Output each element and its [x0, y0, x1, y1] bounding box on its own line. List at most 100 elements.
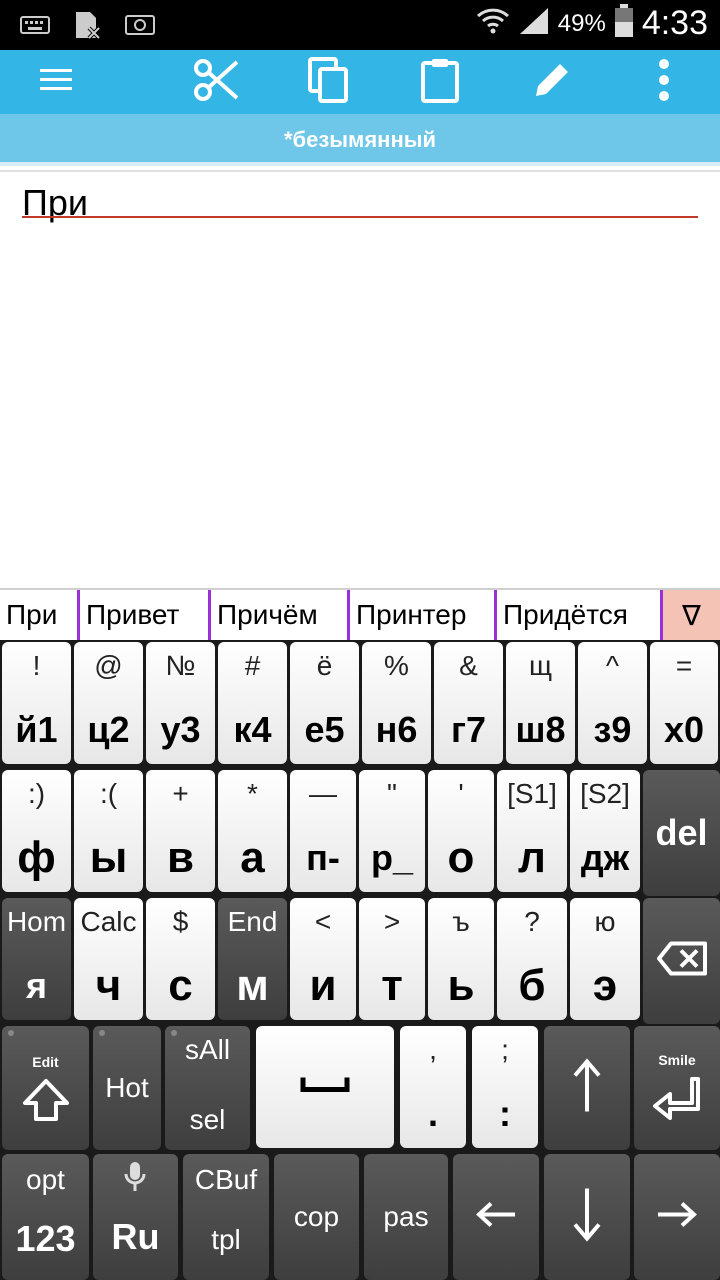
- copy-key[interactable]: cop: [274, 1154, 359, 1280]
- space-icon: [256, 1075, 394, 1100]
- cursor-left-key[interactable]: [453, 1154, 539, 1280]
- key-label: б: [518, 961, 546, 1010]
- keyboard-icon: [20, 15, 50, 40]
- key-8[interactable]: щ ш8: [506, 642, 575, 764]
- key-label: й1: [15, 709, 58, 750]
- backspace-button[interactable]: [643, 898, 720, 1024]
- key-5[interactable]: ё е5: [290, 642, 359, 764]
- suggestion-item[interactable]: Причём: [211, 590, 350, 640]
- key-label: т: [381, 961, 403, 1010]
- key-b[interactable]: ? б: [497, 898, 567, 1020]
- end-key[interactable]: End м: [218, 898, 287, 1020]
- battery-icon: [614, 4, 634, 43]
- key-7[interactable]: & г7: [434, 642, 503, 764]
- key-label: и: [309, 961, 337, 1010]
- key-i[interactable]: < и: [290, 898, 356, 1020]
- shift-key[interactable]: Edit: [2, 1026, 89, 1150]
- key-alt-label: <: [314, 906, 332, 937]
- text-editor[interactable]: При: [0, 170, 720, 588]
- period-key[interactable]: , .: [400, 1026, 466, 1148]
- delete-button[interactable]: del: [643, 770, 720, 896]
- key-y[interactable]: :(ы: [74, 770, 143, 892]
- indicator-dot: [99, 1030, 105, 1036]
- key-p[interactable]: — п-: [290, 770, 356, 892]
- colon-key[interactable]: ; :: [472, 1026, 538, 1148]
- copy-icon: [306, 56, 350, 108]
- numbers-key[interactable]: opt 123: [2, 1154, 89, 1280]
- key-ch[interactable]: Calc ч: [74, 898, 143, 1020]
- suggestion-item[interactable]: Принтер: [350, 590, 497, 640]
- copy-button[interactable]: [302, 56, 354, 108]
- key-v[interactable]: + в: [146, 770, 215, 892]
- cut-button[interactable]: [190, 56, 242, 108]
- key-0[interactable]: = х0: [650, 642, 718, 764]
- select-all-key[interactable]: sAll sel: [165, 1026, 250, 1150]
- key-label: г7: [450, 709, 486, 750]
- key-alt-label: ё: [316, 650, 333, 681]
- key-f[interactable]: :) ф: [2, 770, 71, 892]
- key-a[interactable]: * а: [218, 770, 287, 892]
- arrow-up-icon: [544, 1058, 630, 1119]
- key-alt-label: щ: [528, 650, 553, 681]
- more-suggestions-button[interactable]: ∇: [663, 590, 720, 640]
- document-tab[interactable]: *безымянный: [0, 114, 720, 166]
- key-label: Hot: [105, 1072, 149, 1103]
- key-alt-label: Hom: [6, 906, 67, 937]
- key-label: я: [25, 965, 47, 1006]
- cursor-down-key[interactable]: [544, 1154, 630, 1280]
- suggestion-item[interactable]: Привет: [80, 590, 211, 640]
- clipboard-buffer-key[interactable]: CBuf tpl: [183, 1154, 269, 1280]
- hot-key[interactable]: Hot: [93, 1026, 161, 1150]
- paste-button[interactable]: [414, 56, 466, 108]
- space-bar[interactable]: [256, 1026, 394, 1148]
- key-label: м: [236, 961, 269, 1010]
- menu-button[interactable]: [30, 56, 82, 108]
- key-soft-sign[interactable]: ъь: [428, 898, 494, 1020]
- key-t[interactable]: > т: [359, 898, 425, 1020]
- key-alt-label: ^: [605, 650, 620, 681]
- suggestion-strip: При Привет Причём Принтер Придётся ∇: [0, 588, 720, 640]
- key-label: а: [240, 833, 265, 882]
- key-label: с: [168, 961, 193, 1010]
- key-r[interactable]: " р_: [359, 770, 425, 892]
- key-label: cop: [293, 1201, 340, 1232]
- sim-x-icon: [72, 10, 102, 45]
- key-alt-label: [S1]: [507, 778, 557, 809]
- key-9[interactable]: ^ з9: [578, 642, 647, 764]
- key-label: pas: [383, 1201, 429, 1232]
- suggestion-item[interactable]: Придётся: [497, 590, 663, 640]
- paste-key[interactable]: pas: [364, 1154, 448, 1280]
- home-key[interactable]: Hom я: [2, 898, 71, 1020]
- cursor-right-key[interactable]: [634, 1154, 720, 1280]
- key-alt-label: #: [244, 650, 261, 681]
- key-3[interactable]: № у3: [146, 642, 215, 764]
- key-1[interactable]: ! й1: [2, 642, 71, 764]
- key-alt-label: +: [172, 778, 189, 809]
- key-label: ь: [447, 961, 475, 1010]
- screenshot-icon: [124, 13, 156, 42]
- edit-button[interactable]: [526, 56, 578, 108]
- key-e[interactable]: юэ: [570, 898, 640, 1020]
- key-alt-label: :): [27, 778, 46, 809]
- enter-key[interactable]: Smile: [634, 1026, 720, 1150]
- key-label: дж: [580, 837, 630, 878]
- key-alt-label: Edit: [32, 1054, 59, 1070]
- suggestion-item[interactable]: При: [0, 590, 80, 640]
- key-4[interactable]: # к4: [218, 642, 287, 764]
- key-alt-label: ': [458, 778, 464, 809]
- cursor-up-key[interactable]: [544, 1026, 630, 1150]
- key-2[interactable]: @ ц2: [74, 642, 143, 764]
- key-alt-label: Calc: [80, 906, 137, 937]
- key-label: е5: [304, 709, 345, 750]
- composing-underline: [22, 216, 698, 218]
- indicator-dot: [8, 1030, 14, 1036]
- toolbar: [0, 50, 720, 114]
- key-6[interactable]: % н6: [362, 642, 431, 764]
- overflow-menu-button[interactable]: [638, 56, 690, 108]
- key-alt-label: %: [384, 650, 409, 681]
- key-s[interactable]: $ с: [146, 898, 215, 1020]
- key-o[interactable]: ' о: [428, 770, 494, 892]
- key-l[interactable]: [S1] л: [497, 770, 567, 892]
- language-key[interactable]: Ru: [93, 1154, 178, 1280]
- key-dzh[interactable]: [S2] дж: [570, 770, 640, 892]
